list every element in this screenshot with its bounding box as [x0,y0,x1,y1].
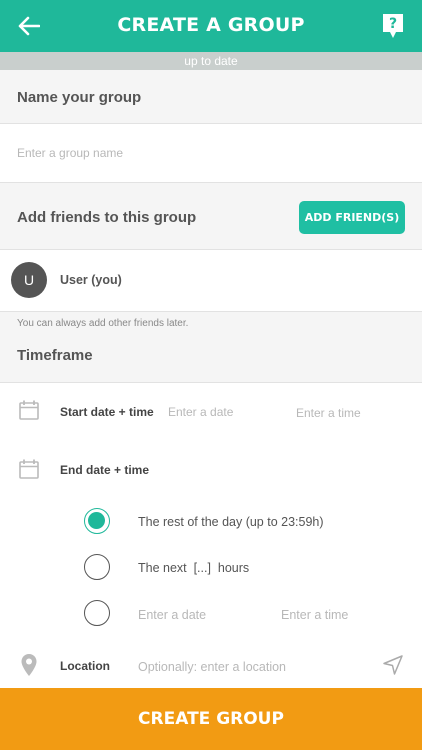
create-group-button[interactable]: CREATE GROUP [0,688,422,750]
help-button[interactable]: ? [382,13,404,39]
sync-status-bar: up to date [0,52,422,70]
group-name-placeholder: Enter a group name [17,146,124,160]
page-title: CREATE A GROUP [117,14,305,36]
avatar: U [11,262,47,298]
calendar-icon [19,400,39,420]
radio-rest-of-day-label: The rest of the day (up to 23:59h) [138,515,324,529]
timeframe-heading: Timeframe [17,347,93,364]
radio-custom-end[interactable] [84,600,110,626]
radio-next-hours[interactable] [84,554,110,580]
end-date-input[interactable]: Enter a date [138,608,206,622]
end-time-input[interactable]: Enter a time [281,608,348,622]
add-friends-button[interactable]: ADD FRIEND(S) [299,201,405,234]
group-name-input[interactable]: Enter a group name [0,124,422,182]
start-date-label: Start date + time [60,405,154,419]
radio-rest-of-day[interactable] [84,508,110,534]
location-pin-icon [21,654,37,676]
navigation-arrow-icon[interactable] [382,654,404,676]
end-date-label: End date + time [60,463,150,477]
start-date-input[interactable]: Enter a date [168,405,233,419]
name-section-header: Name your group [0,70,422,123]
add-later-note: You can always add other friends later. [17,318,189,329]
member-name: User (you) [60,273,122,287]
name-section-heading: Name your group [17,89,142,106]
friends-section-heading: Add friends to this group [17,209,197,226]
start-time-input[interactable]: Enter a time [296,406,361,420]
location-label: Location [60,659,110,673]
location-input[interactable]: Optionally: enter a location [138,660,286,674]
radio-next-hours-label: The next [...] hours [138,561,250,575]
svg-text:?: ? [389,16,397,32]
question-bubble-icon: ? [383,14,403,38]
top-bar: CREATE A GROUP ? [0,0,422,52]
divider [0,382,422,383]
calendar-icon [19,459,39,479]
